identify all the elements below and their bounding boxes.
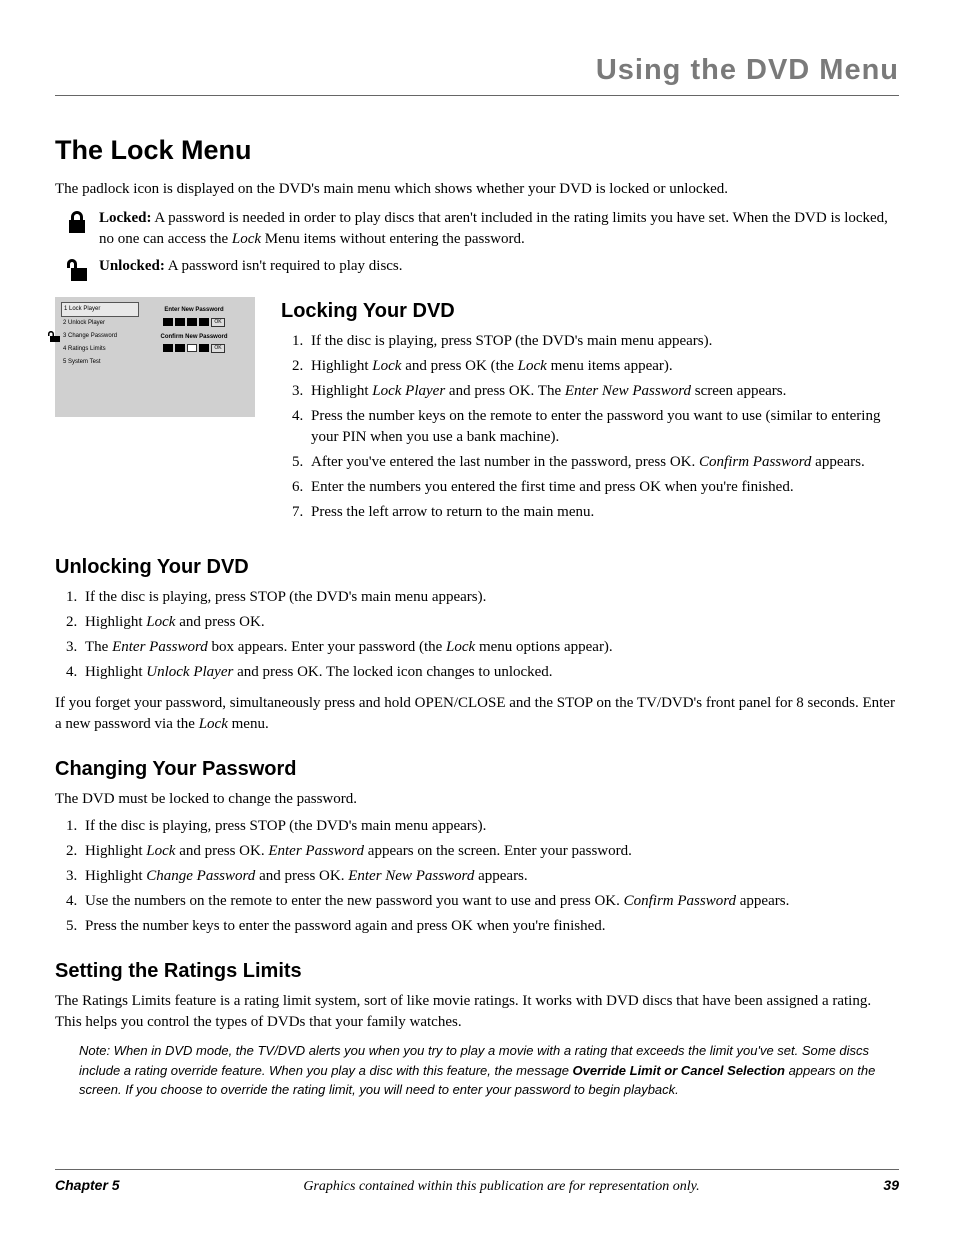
step-text: Press the number keys on the remote to e… xyxy=(311,408,880,445)
locking-heading: Locking Your DVD xyxy=(281,297,899,325)
step-text: Highlight xyxy=(85,664,146,680)
ratings-heading: Setting the Ratings Limits xyxy=(55,957,899,985)
step-text: and press OK. xyxy=(255,868,348,884)
menu-item: 3 Change Password xyxy=(61,330,139,343)
step-text: appears. xyxy=(736,893,789,909)
menu-item: 1 Lock Player xyxy=(61,302,139,317)
step-italic: Lock xyxy=(146,614,175,630)
unlocked-text: A password isn't required to play discs. xyxy=(165,258,403,274)
tail-text: menu. xyxy=(228,716,269,732)
step-italic: Confirm Password xyxy=(699,454,811,470)
lock-icon xyxy=(55,208,99,241)
step-italic: Change Password xyxy=(146,868,255,884)
locked-row: Locked: A password is needed in order to… xyxy=(55,208,899,250)
step-italic: Enter Password xyxy=(112,639,208,655)
changing-steps: If the disc is playing, press STOP (the … xyxy=(55,816,899,937)
step-text: screen appears. xyxy=(691,383,786,399)
locked-italic: Lock xyxy=(232,231,261,247)
step-text: menu options appear). xyxy=(475,639,612,655)
step-italic: Lock Player xyxy=(372,383,445,399)
step-text: Highlight xyxy=(85,843,146,859)
step-text: and press OK. xyxy=(175,614,264,630)
footer-note: Graphics contained within this publicati… xyxy=(303,1177,699,1197)
locked-label: Locked: xyxy=(99,210,152,226)
menu-item: 2 Unlock Player xyxy=(61,317,139,330)
note-bold: Override Limit or Cancel Selection xyxy=(573,1063,785,1078)
unlocking-heading: Unlocking Your DVD xyxy=(55,553,899,581)
step-italic: Lock xyxy=(146,843,175,859)
step-text: Highlight xyxy=(85,614,146,630)
page-number: 39 xyxy=(883,1176,899,1196)
unlock-icon xyxy=(55,256,99,289)
menu-screenshot: 1 Lock Player 2 Unlock Player 3 Change P… xyxy=(55,297,255,417)
step-text: Press the number keys to enter the passw… xyxy=(85,918,606,934)
step-text: appears. xyxy=(474,868,527,884)
unlocking-steps: If the disc is playing, press STOP (the … xyxy=(55,587,899,683)
step-italic: Enter Password xyxy=(268,843,364,859)
step-text: appears on the screen. Enter your passwo… xyxy=(364,843,632,859)
page-title: The Lock Menu xyxy=(55,132,899,170)
step-text: and press OK. The xyxy=(445,383,565,399)
step-italic: Lock xyxy=(518,358,547,374)
locking-steps: If the disc is playing, press STOP (the … xyxy=(281,331,899,523)
step-text: appears. xyxy=(811,454,864,470)
step-text: box appears. Enter your password (the xyxy=(208,639,446,655)
step-text: If the disc is playing, press STOP (the … xyxy=(85,818,486,834)
locked-text-2: Menu items without entering the password… xyxy=(261,231,525,247)
confirm-password-label: Confirm New Password xyxy=(139,333,249,341)
tail-text: If you forget your password, simultaneou… xyxy=(55,695,895,732)
enter-password-label: Enter New Password xyxy=(139,306,249,314)
page-footer: Chapter 5 Graphics contained within this… xyxy=(55,1169,899,1197)
step-italic: Enter New Password xyxy=(348,868,474,884)
ratings-lead: The Ratings Limits feature is a rating l… xyxy=(55,991,899,1033)
step-text: Highlight xyxy=(85,868,146,884)
step-italic: Unlock Player xyxy=(146,664,233,680)
unlocked-label: Unlocked: xyxy=(99,258,165,274)
ok-label: OK xyxy=(211,318,224,327)
screenshot-lock-icon xyxy=(47,331,61,348)
changing-lead: The DVD must be locked to change the pas… xyxy=(55,789,899,810)
page-header: Using the DVD Menu xyxy=(55,50,899,96)
ok-label: OK xyxy=(211,344,224,353)
menu-item: 5 System Test xyxy=(61,356,139,369)
chapter-label: Chapter 5 xyxy=(55,1176,120,1196)
step-text: Press the left arrow to return to the ma… xyxy=(311,504,594,520)
step-text: Use the numbers on the remote to enter t… xyxy=(85,893,624,909)
step-text: If the disc is playing, press STOP (the … xyxy=(311,333,712,349)
tail-italic: Lock xyxy=(199,716,228,732)
step-italic: Enter New Password xyxy=(565,383,691,399)
step-italic: Lock xyxy=(446,639,475,655)
step-text: If the disc is playing, press STOP (the … xyxy=(85,589,486,605)
step-italic: Lock xyxy=(372,358,401,374)
unlocked-row: Unlocked: A password isn't required to p… xyxy=(55,256,899,289)
step-italic: Confirm Password xyxy=(624,893,736,909)
step-text: Highlight xyxy=(311,358,372,374)
menu-item: 4 Ratings Limits xyxy=(61,343,139,356)
step-text: and press OK (the xyxy=(401,358,517,374)
step-text: The xyxy=(85,639,112,655)
step-text: menu items appear). xyxy=(547,358,673,374)
step-text: After you've entered the last number in … xyxy=(311,454,699,470)
step-text: and press OK. The locked icon changes to… xyxy=(233,664,552,680)
step-text: Highlight xyxy=(311,383,372,399)
intro-text: The padlock icon is displayed on the DVD… xyxy=(55,179,899,200)
ratings-note: Note: When in DVD mode, the TV/DVD alert… xyxy=(55,1041,899,1100)
step-text: Enter the numbers you entered the first … xyxy=(311,479,794,495)
changing-heading: Changing Your Password xyxy=(55,755,899,783)
step-text: and press OK. xyxy=(175,843,268,859)
